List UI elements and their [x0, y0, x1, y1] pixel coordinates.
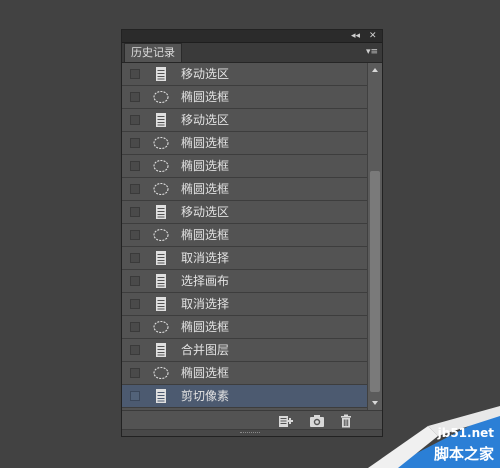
- history-panel: ◂◂ ✕ 历史记录 ▾≡ 移动选区 椭圆选框 移动选区 椭圆选框 椭圆选框 椭圆选框 移动选…: [121, 29, 383, 437]
- history-row[interactable]: 椭圆选框: [122, 86, 367, 109]
- snapshot-source-checkbox[interactable]: [130, 69, 140, 79]
- panel-resize-handle[interactable]: [122, 429, 382, 436]
- history-row-label: 椭圆选框: [181, 136, 230, 150]
- tab-history[interactable]: 历史记录: [124, 43, 182, 62]
- site-watermark: jb51.net 脚本之家: [368, 406, 500, 468]
- history-row-label: 椭圆选框: [181, 366, 230, 380]
- history-row[interactable]: 椭圆选框: [122, 362, 367, 385]
- watermark-site-text: jb51.net: [437, 426, 494, 440]
- snapshot-source-checkbox[interactable]: [130, 161, 140, 171]
- ellipse-marquee-icon: [153, 159, 169, 173]
- history-row-label: 椭圆选框: [181, 320, 230, 334]
- snapshot-source-checkbox[interactable]: [130, 368, 140, 378]
- watermark-name-text: 脚本之家: [433, 445, 494, 463]
- vertical-scrollbar[interactable]: [367, 63, 382, 410]
- document-icon: [156, 113, 166, 127]
- snapshot-source-checkbox[interactable]: [130, 184, 140, 194]
- history-row-label: 合并图层: [181, 343, 230, 357]
- panel-bottom-toolbar: [122, 410, 382, 431]
- snapshot-source-checkbox[interactable]: [130, 115, 140, 125]
- snapshot-source-checkbox[interactable]: [130, 322, 140, 332]
- document-icon: [156, 274, 166, 288]
- snapshot-source-checkbox[interactable]: [130, 92, 140, 102]
- history-row-label: 选择画布: [181, 274, 230, 288]
- panel-menu-icon[interactable]: ▾≡: [366, 46, 378, 58]
- history-row[interactable]: 选择画布: [122, 270, 367, 293]
- history-row[interactable]: 椭圆选框: [122, 316, 367, 339]
- history-row-label: 椭圆选框: [181, 159, 230, 173]
- panel-title-bar: ◂◂ ✕: [122, 30, 382, 43]
- trash-icon[interactable]: [338, 414, 354, 428]
- history-row[interactable]: 剪切像素: [122, 385, 367, 408]
- ellipse-marquee-icon: [153, 182, 169, 196]
- snapshot-source-checkbox[interactable]: [130, 230, 140, 240]
- snapshot-source-checkbox[interactable]: [130, 345, 140, 355]
- history-row-label: 剪切像素: [181, 389, 230, 403]
- snapshot-source-checkbox[interactable]: [130, 207, 140, 217]
- history-list: 移动选区 椭圆选框 移动选区 椭圆选框 椭圆选框 椭圆选框 移动选区 椭圆选框 取消选择 选择画布…: [122, 63, 367, 410]
- history-row[interactable]: 移动选区: [122, 201, 367, 224]
- snapshot-source-checkbox[interactable]: [130, 391, 140, 401]
- history-row[interactable]: 移动选区: [122, 63, 367, 86]
- ellipse-marquee-icon: [153, 90, 169, 104]
- scroll-up-arrow-icon[interactable]: [372, 68, 378, 72]
- history-row[interactable]: 取消选择: [122, 293, 367, 316]
- history-row-label: 椭圆选框: [181, 228, 230, 242]
- history-row-label: 取消选择: [181, 297, 230, 311]
- document-icon: [156, 389, 166, 403]
- history-row[interactable]: 移动选区: [122, 109, 367, 132]
- snapshot-source-checkbox[interactable]: [130, 276, 140, 286]
- history-row-label: 移动选区: [181, 205, 230, 219]
- history-row-label: 移动选区: [181, 67, 230, 81]
- ellipse-marquee-icon: [153, 366, 169, 380]
- history-row[interactable]: 椭圆选框: [122, 132, 367, 155]
- snapshot-source-checkbox[interactable]: [130, 253, 140, 263]
- history-row[interactable]: 取消选择: [122, 247, 367, 270]
- ellipse-marquee-icon: [153, 136, 169, 150]
- history-row[interactable]: 合并图层: [122, 339, 367, 362]
- new-document-from-state-icon[interactable]: [277, 414, 293, 428]
- document-icon: [156, 251, 166, 265]
- ellipse-marquee-icon: [153, 320, 169, 334]
- document-icon: [156, 297, 166, 311]
- panel-tab-row: 历史记录 ▾≡: [122, 43, 382, 63]
- snapshot-source-checkbox[interactable]: [130, 138, 140, 148]
- history-row-label: 椭圆选框: [181, 182, 230, 196]
- ellipse-marquee-icon: [153, 228, 169, 242]
- scroll-down-arrow-icon[interactable]: [372, 401, 378, 405]
- resize-grip: [240, 432, 260, 435]
- history-row-label: 移动选区: [181, 113, 230, 127]
- snapshot-source-checkbox[interactable]: [130, 299, 140, 309]
- history-row[interactable]: 椭圆选框: [122, 155, 367, 178]
- double-chevron-left-icon[interactable]: ◂◂: [351, 30, 360, 42]
- camera-snapshot-icon[interactable]: [309, 414, 325, 428]
- document-icon: [156, 205, 166, 219]
- history-row[interactable]: 椭圆选框: [122, 178, 367, 201]
- document-icon: [156, 343, 166, 357]
- history-row[interactable]: 椭圆选框: [122, 224, 367, 247]
- close-icon[interactable]: ✕: [369, 30, 377, 42]
- history-row-label: 取消选择: [181, 251, 230, 265]
- scroll-thumb[interactable]: [370, 171, 380, 392]
- document-icon: [156, 67, 166, 81]
- history-row-label: 椭圆选框: [181, 90, 230, 104]
